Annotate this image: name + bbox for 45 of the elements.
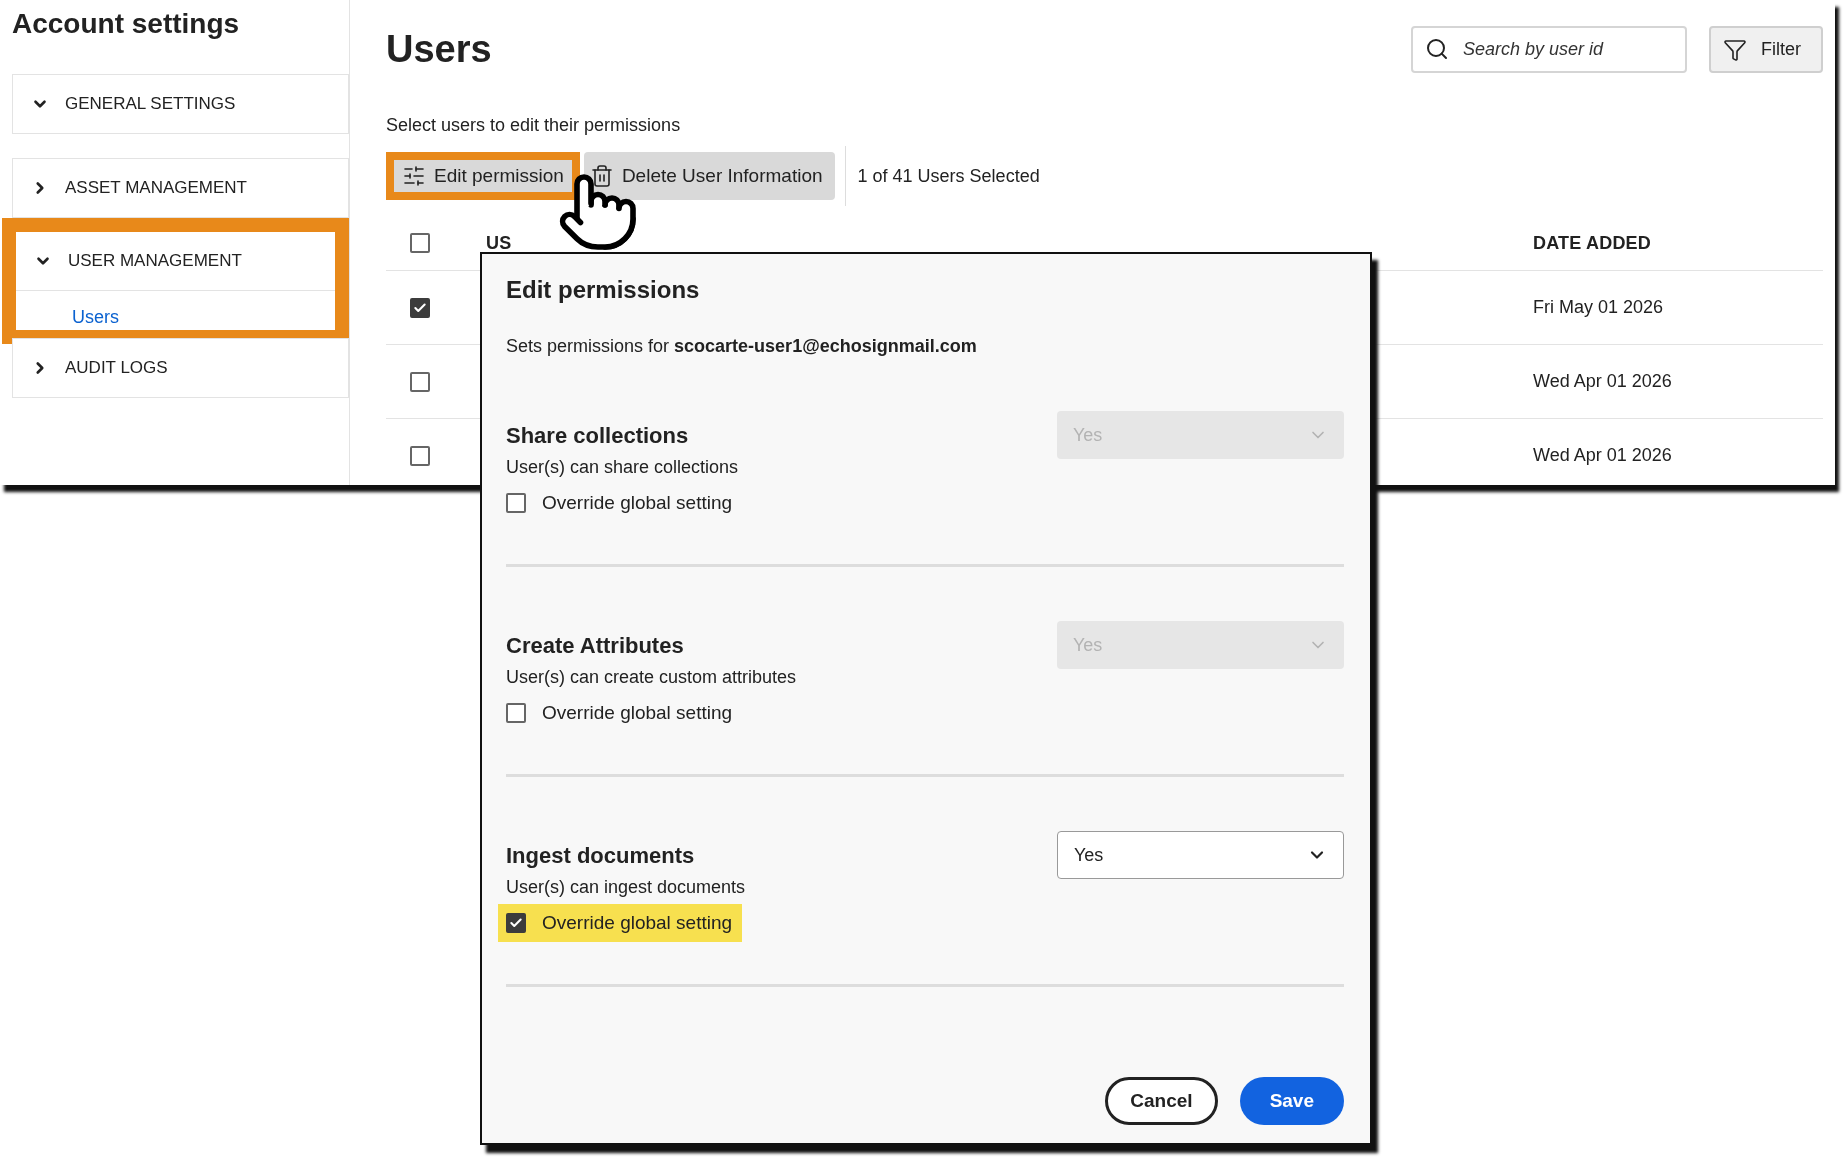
setting-title: Share collections [506, 423, 689, 449]
checkbox[interactable] [410, 233, 430, 253]
override-option[interactable]: Override global setting [498, 484, 743, 522]
check-icon [509, 916, 523, 930]
table-cell-text: Wed Apr 01 2026 [1533, 445, 1673, 466]
checkbox[interactable] [410, 445, 430, 466]
checkbox[interactable] [506, 703, 526, 723]
checkbox[interactable] [506, 913, 526, 933]
setting-description: User(s) can ingest documents [506, 877, 746, 898]
checkbox[interactable] [410, 371, 430, 392]
column-header: DATE ADDED [1533, 232, 1652, 254]
page-title: Users [386, 28, 493, 71]
override-option[interactable]: Override global setting [498, 694, 743, 732]
dialog-title: Edit permissions [506, 276, 701, 304]
setting-description: User(s) can create custom attributes [506, 667, 797, 688]
trash-icon [589, 164, 614, 188]
sidebar-item[interactable]: AUDIT LOGS [13, 339, 348, 397]
sidebar-item[interactable]: USER MANAGEMENT [16, 232, 335, 290]
setting-title: Create Attributes [506, 633, 684, 659]
search-icon [1425, 37, 1449, 61]
sidebar-link[interactable]: Users [16, 290, 335, 330]
instruction-text: Select users to edit their permissions [386, 115, 682, 136]
save-button[interactable]: Save [1239, 1077, 1344, 1125]
filter-button[interactable]: Filter [1709, 26, 1823, 73]
table-cell-text: Fri May 01 2026 [1533, 297, 1665, 318]
checkbox[interactable] [506, 493, 526, 513]
override-option[interactable]: Override global setting [498, 904, 743, 942]
column-header: US [486, 232, 513, 254]
edit-permission-button[interactable]: Edit permission [394, 160, 572, 192]
sidebar-title: Account settings [11, 7, 241, 41]
sidebar-item[interactable]: GENERAL SETTINGS [13, 75, 348, 133]
dialog-subtitle: Sets permissions for scocarte-user1@echosignmail.com [506, 336, 978, 357]
cancel-button[interactable]: Cancel [1105, 1077, 1218, 1125]
sidebar-item[interactable]: ASSET MANAGEMENT [13, 159, 348, 217]
filter-icon [1723, 37, 1747, 62]
setting-title: Ingest documents [506, 843, 695, 869]
value-dropdown[interactable]: Yes [1057, 831, 1344, 879]
setting-description: User(s) can share collections [506, 457, 739, 478]
delete-user-button[interactable]: Delete User Information [583, 152, 835, 200]
table-cell-text: Wed Apr 01 2026 [1533, 371, 1673, 392]
search-field[interactable]: Search by user id [1411, 26, 1687, 73]
selection-count: 1 of 41 Users Selected [857, 165, 1040, 187]
sliders-icon [402, 164, 426, 188]
check-icon [413, 300, 427, 315]
checkbox[interactable] [410, 297, 430, 318]
